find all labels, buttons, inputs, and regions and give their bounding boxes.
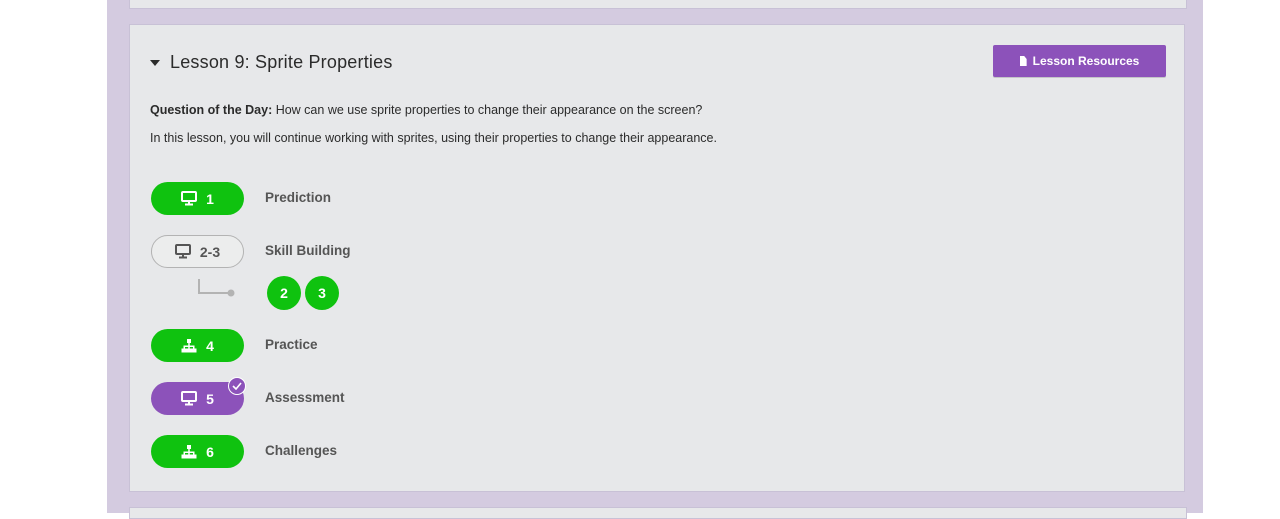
level-pill-1[interactable]: 1: [151, 182, 244, 215]
check-icon: [228, 377, 246, 395]
level-pill-number: 5: [206, 390, 214, 407]
level-label-skill-building[interactable]: Skill Building: [265, 243, 351, 258]
caret-down-icon: [150, 59, 160, 66]
lesson-title: Lesson 9: Sprite Properties: [170, 52, 393, 72]
level-label-challenges[interactable]: Challenges: [265, 443, 337, 458]
sitemap-icon: [181, 444, 197, 459]
level-pill-6[interactable]: 6: [151, 435, 244, 468]
qotd-label: Question of the Day:: [150, 103, 273, 117]
next-lesson-card: [129, 507, 1187, 519]
level-pill-4[interactable]: 4: [151, 329, 244, 362]
sublevel-connector: [198, 279, 235, 297]
desktop-icon: [181, 191, 198, 206]
question-of-the-day: Question of the Day: How can we use spri…: [150, 103, 702, 117]
lesson-description: In this lesson, you will continue workin…: [150, 131, 717, 145]
lesson-title-toggle[interactable]: Lesson 9: Sprite Properties: [150, 52, 393, 73]
level-label-assessment[interactable]: Assessment: [265, 390, 345, 405]
qotd-text: How can we use sprite properties to chan…: [272, 103, 703, 117]
level-pill-number: 2-3: [199, 243, 221, 260]
previous-lesson-card: [129, 0, 1187, 9]
level-pill-number: 4: [206, 337, 214, 354]
sublevel-bubble-2[interactable]: 2: [267, 276, 301, 310]
lesson-list-container: Lesson 9: Sprite Properties Lesson Resou…: [107, 0, 1203, 519]
level-pill-number: 6: [206, 443, 214, 460]
sitemap-icon: [181, 338, 197, 353]
level-label-prediction[interactable]: Prediction: [265, 190, 331, 205]
file-icon: [1019, 56, 1027, 66]
desktop-icon: [181, 391, 198, 406]
lesson-resources-label: Lesson Resources: [1032, 54, 1140, 68]
level-pill-2-3[interactable]: 2-3: [151, 235, 244, 268]
lesson-resources-button[interactable]: Lesson Resources: [993, 45, 1166, 77]
sublevel-bubble-3[interactable]: 3: [305, 276, 339, 310]
desktop-icon: [174, 244, 191, 259]
level-label-practice[interactable]: Practice: [265, 337, 318, 352]
lesson-card: Lesson 9: Sprite Properties Lesson Resou…: [129, 24, 1185, 492]
level-pill-number: 1: [206, 190, 214, 207]
